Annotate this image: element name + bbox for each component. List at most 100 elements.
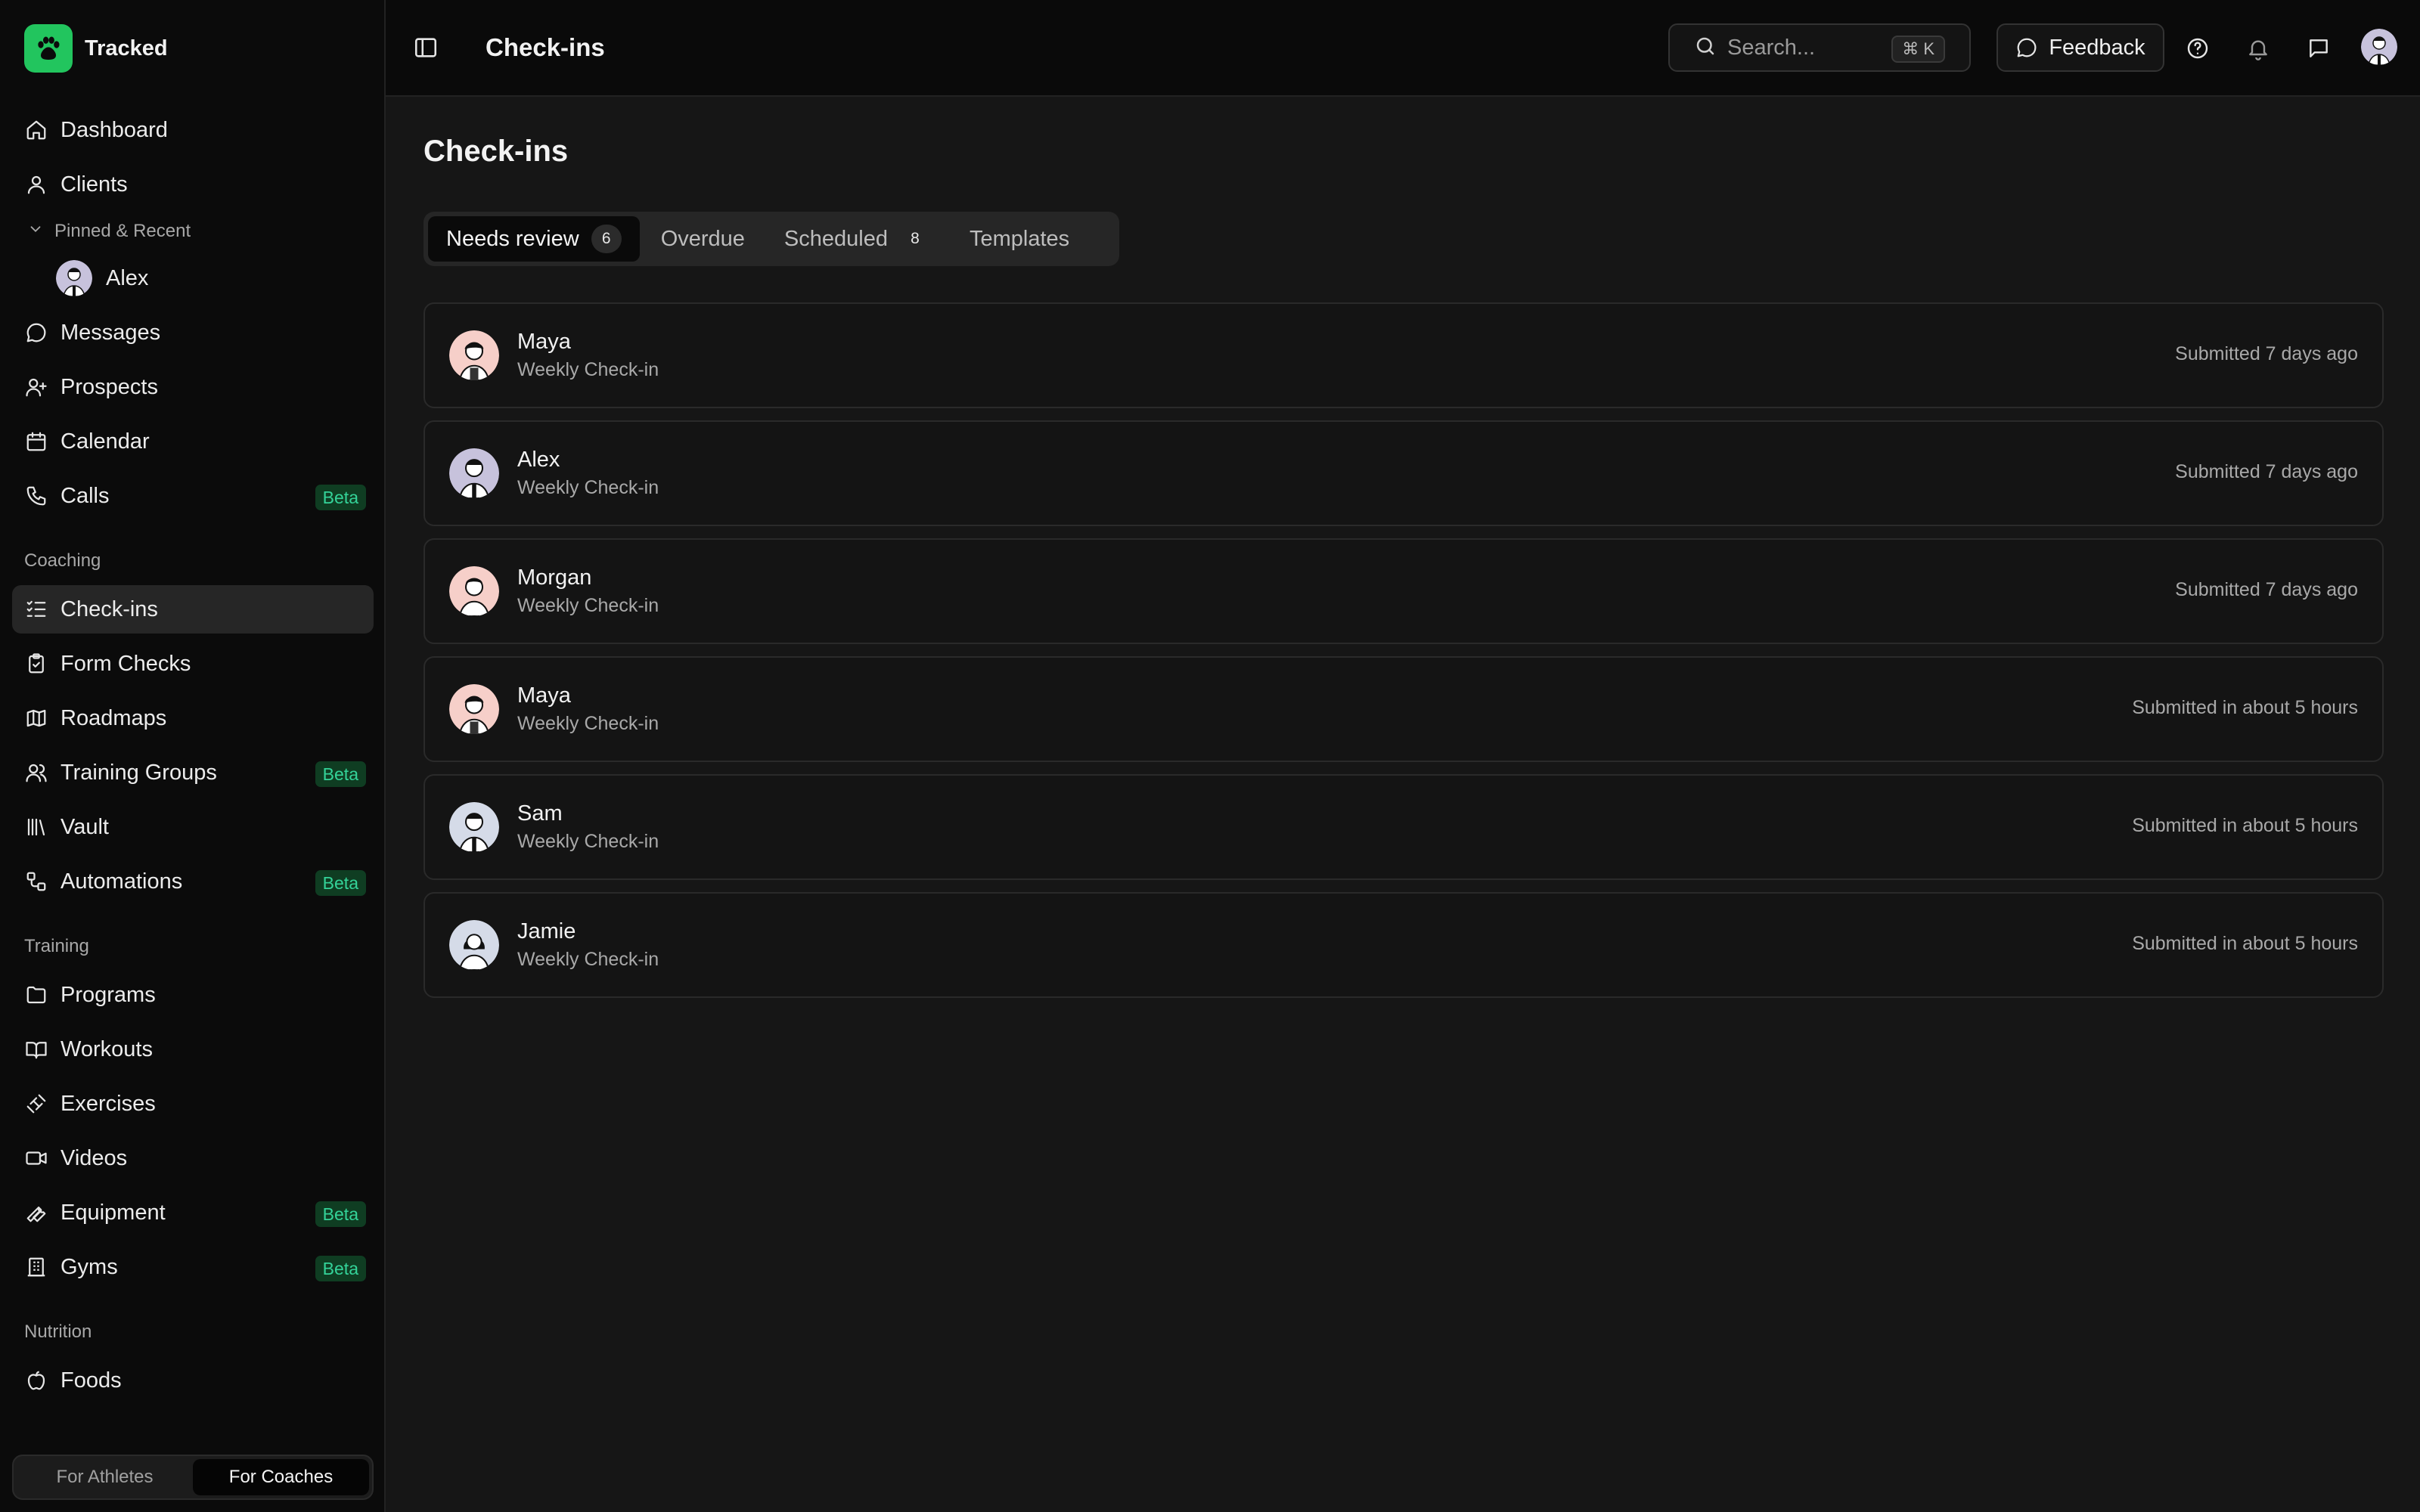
sidebar-item-programs[interactable]: Programs (12, 971, 374, 1019)
user-avatar[interactable] (2361, 29, 2397, 65)
checkin-info: Sam Weekly Check-in (517, 801, 659, 853)
sidebar-item-label: Training Groups (60, 760, 217, 785)
book-icon (24, 1037, 48, 1061)
feedback-label: Feedback (2049, 35, 2145, 60)
paw-logo-icon (24, 24, 73, 73)
sidebar-item-calls[interactable]: Calls Beta (12, 472, 374, 520)
checkin-list: Maya Weekly Check-in Submitted 7 days ag… (424, 302, 2384, 1010)
pinned-item-alex[interactable]: Alex (12, 254, 374, 302)
sidebar-item-calendar[interactable]: Calendar (12, 417, 374, 466)
sidebar-item-label: Foods (60, 1368, 122, 1393)
sidebar-item-equipment[interactable]: Equipment Beta (12, 1188, 374, 1237)
bell-icon[interactable] (2245, 35, 2272, 62)
sidebar-item-form-checks[interactable]: Form Checks (12, 640, 374, 688)
for-athletes-option[interactable]: For Athletes (17, 1459, 193, 1495)
beta-badge: Beta (315, 870, 366, 896)
sidebar: Tracked Dashboard Clients Pinned & Recen… (0, 0, 386, 1512)
home-icon (24, 118, 48, 142)
section-label-coaching: Coaching (24, 550, 101, 571)
wrench-icon (24, 1201, 48, 1225)
tab-count: 8 (911, 230, 920, 247)
sidebar-item-label: Check-ins (60, 596, 158, 621)
help-icon[interactable] (2184, 35, 2211, 62)
submitted-time: Submitted in about 5 hours (2132, 933, 2358, 954)
sidebar-item-label: Prospects (60, 374, 158, 399)
pinned-header-label: Pinned & Recent (54, 221, 191, 241)
tab-count: 6 (591, 225, 622, 253)
checkin-info: Maya Weekly Check-in (517, 330, 659, 381)
pinned-recent-toggle[interactable]: Pinned & Recent (12, 215, 374, 248)
message-icon (24, 321, 48, 345)
submitted-time: Submitted 7 days ago (2175, 579, 2358, 600)
for-coaches-option[interactable]: For Coaches (193, 1459, 369, 1495)
sidebar-item-videos[interactable]: Videos (12, 1134, 374, 1182)
sidebar-nav: Dashboard Clients Pinned & Recent Alex M… (12, 106, 374, 1411)
client-name: Maya (517, 683, 571, 708)
calendar-icon (24, 429, 48, 454)
sidebar-item-training-groups[interactable]: Training Groups Beta (12, 748, 374, 797)
checkin-info: Maya Weekly Check-in (517, 683, 659, 735)
client-name: Alex (517, 448, 560, 472)
avatar (449, 684, 499, 734)
sidebar-fade (0, 1414, 384, 1444)
checkin-row[interactable]: Maya Weekly Check-in Submitted in about … (424, 656, 2384, 762)
sidebar-item-gyms[interactable]: Gyms Beta (12, 1243, 374, 1291)
sidebar-item-vault[interactable]: Vault (12, 803, 374, 851)
checkin-row[interactable]: Alex Weekly Check-in Submitted 7 days ag… (424, 420, 2384, 526)
audience-switcher: For Athletes For Coaches (12, 1455, 374, 1500)
tab-templates[interactable]: Templates (951, 216, 1087, 262)
checkin-row[interactable]: Morgan Weekly Check-in Submitted 7 days … (424, 538, 2384, 644)
sidebar-item-check-ins[interactable]: Check-ins (12, 585, 374, 634)
sidebar-item-clients[interactable]: Clients (12, 160, 374, 209)
topbar-title: Check-ins (486, 33, 605, 61)
brand[interactable]: Tracked (24, 24, 168, 73)
sidebar-item-roadmaps[interactable]: Roadmaps (12, 694, 374, 742)
sidebar-item-foods[interactable]: Foods (12, 1356, 374, 1405)
avatar (449, 802, 499, 852)
checkin-type: Weekly Check-in (517, 713, 659, 734)
section-label-nutrition: Nutrition (24, 1321, 92, 1342)
tab-scheduled[interactable]: Scheduled 8 (766, 216, 948, 262)
search-input[interactable] (1727, 35, 1879, 60)
tab-label: Overdue (660, 226, 745, 251)
sidebar-item-label: Programs (60, 982, 156, 1007)
tab-needs-review[interactable]: Needs review 6 (428, 216, 640, 262)
user-plus-icon (24, 375, 48, 399)
sidebar-item-messages[interactable]: Messages (12, 308, 374, 357)
avatar (56, 260, 92, 296)
checkin-type: Weekly Check-in (517, 359, 659, 380)
sidebar-item-label: Messages (60, 320, 161, 345)
sidebar-item-label: Videos (60, 1145, 128, 1170)
sidebar-item-label: Workouts (60, 1036, 153, 1061)
checkin-row[interactable]: Jamie Weekly Check-in Submitted in about… (424, 892, 2384, 998)
tab-label: Scheduled (783, 226, 888, 251)
sidebar-item-workouts[interactable]: Workouts (12, 1025, 374, 1074)
submitted-time: Submitted 7 days ago (2175, 343, 2358, 364)
chat-icon[interactable] (2305, 35, 2332, 62)
sidebar-item-label: Dashboard (60, 117, 168, 142)
page-title: Check-ins (424, 135, 569, 168)
client-name: Maya (517, 330, 571, 354)
feedback-button[interactable]: Feedback (1996, 23, 2164, 72)
checkin-type: Weekly Check-in (517, 831, 659, 852)
sidebar-item-prospects[interactable]: Prospects (12, 363, 374, 411)
search-box[interactable]: ⌘ K (1668, 23, 1971, 72)
apple-icon (24, 1368, 48, 1393)
sidebar-item-dashboard[interactable]: Dashboard (12, 106, 374, 154)
tab-overdue[interactable]: Overdue (643, 216, 763, 262)
avatar (449, 566, 499, 616)
checkin-row[interactable]: Sam Weekly Check-in Submitted in about 5… (424, 774, 2384, 880)
sidebar-item-automations[interactable]: Automations Beta (12, 857, 374, 906)
sidebar-item-exercises[interactable]: Exercises (12, 1080, 374, 1128)
sidebar-item-label: Form Checks (60, 651, 191, 676)
map-icon (24, 706, 48, 730)
search-shortcut: ⌘ K (1891, 36, 1945, 63)
sidebar-item-label: Exercises (60, 1091, 156, 1116)
client-name: Jamie (517, 919, 576, 943)
phone-icon (24, 484, 48, 508)
beta-badge: Beta (315, 1201, 366, 1227)
building-icon (24, 1255, 48, 1279)
sidebar-toggle-icon[interactable] (413, 35, 440, 62)
checkin-row[interactable]: Maya Weekly Check-in Submitted 7 days ag… (424, 302, 2384, 408)
client-name: Morgan (517, 565, 592, 590)
